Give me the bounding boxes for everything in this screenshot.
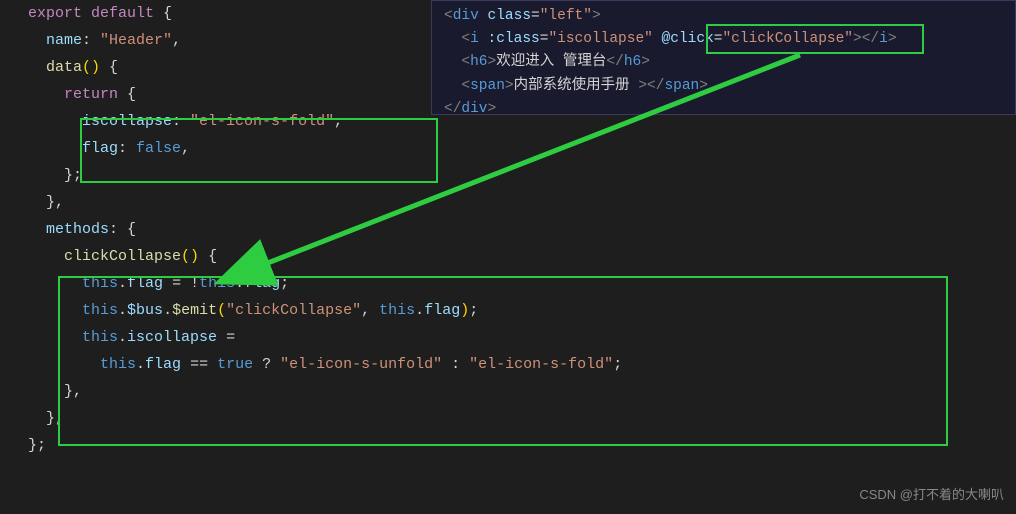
watermark: CSDN @打不着的大喇叭: [859, 483, 1004, 506]
line-12: this.$bus.$emit("clickCollapse", this.fl…: [28, 297, 1016, 324]
line-7: };: [28, 162, 1016, 189]
template-line-2: <i :class="iscollapse" @click="clickColl…: [444, 28, 1011, 51]
template-line-5: </div>: [444, 98, 1011, 121]
line-17: };: [28, 432, 1016, 459]
line-13: this.iscollapse =: [28, 324, 1016, 351]
template-line-3: <h6>欢迎进入 管理台</h6>: [444, 51, 1011, 74]
line-8: },: [28, 189, 1016, 216]
line-10: clickCollapse() {: [28, 243, 1016, 270]
line-14: this.flag == true ? "el-icon-s-unfold" :…: [28, 351, 1016, 378]
template-line-1: <div class="left">: [444, 5, 1011, 28]
template-line-4: <span>内部系统使用手册 ></span>: [444, 75, 1011, 98]
line-15: },: [28, 378, 1016, 405]
line-6: flag: false,: [28, 135, 1016, 162]
line-11: this.flag = !this.flag;: [28, 270, 1016, 297]
template-pane: <div class="left"> <i :class="iscollapse…: [431, 0, 1016, 115]
line-9: methods: {: [28, 216, 1016, 243]
line-16: },: [28, 405, 1016, 432]
